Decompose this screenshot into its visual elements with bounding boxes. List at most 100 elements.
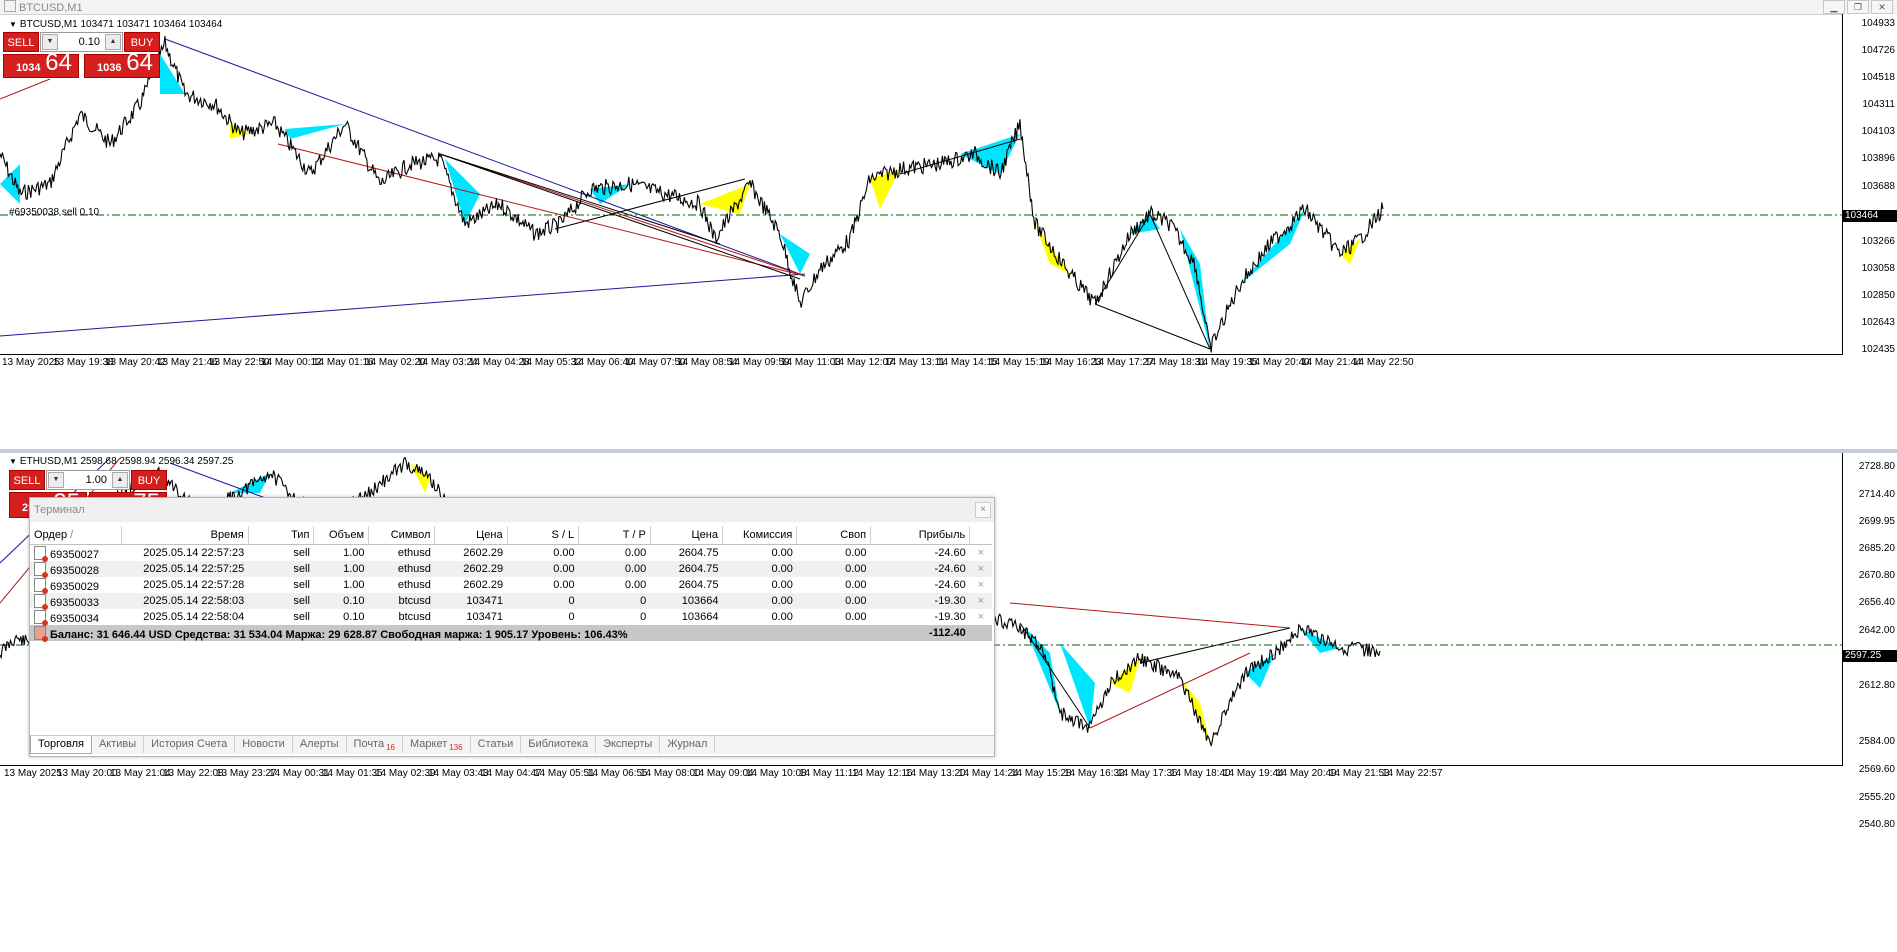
terminal-title[interactable]: Терминал [30, 498, 994, 522]
column-header-sl[interactable]: S / L [507, 526, 580, 545]
tp-cell: 0.00 [624, 579, 647, 591]
eth-time-tick: 14 May 05:51 [534, 768, 595, 779]
table-row[interactable]: 69350027 2025.05.14 22:57:23 sell 1.00 ethus… [30, 545, 992, 562]
swap-cell: 0.00 [845, 547, 867, 559]
column-header-tp[interactable]: T / P [578, 526, 651, 545]
column-header-order[interactable]: Ордер / [30, 526, 123, 545]
close-order-icon[interactable]: × [970, 609, 992, 625]
volume-increase-icon[interactable]: ▲ [105, 34, 121, 50]
close-order-icon[interactable]: × [969, 561, 992, 577]
cur-price-cell: 2604.75 [650, 561, 723, 577]
eth-time-tick: 14 May 16:32 [1064, 768, 1125, 779]
eth-time-tick: 14 May 09:04 [693, 768, 754, 779]
eth-time-tick: 14 May 20:49 [1276, 768, 1337, 779]
terminal-close-icon[interactable]: × [975, 502, 991, 518]
trend-line[interactable] [439, 153, 806, 277]
column-header-profit[interactable]: Прибыль [870, 526, 971, 545]
time-cell: 2025.05.14 22:57:28 [143, 579, 245, 591]
terminal-panel[interactable]: Терминал × Ордер / Время Тип Объем Симво… [29, 497, 995, 757]
sl-cell: 0 [568, 611, 575, 623]
volume-increase-icon[interactable]: ▲ [112, 472, 128, 488]
eth-volume-stepper[interactable]: ▼ 1.00 ▲ [46, 470, 130, 490]
price-cell: 2602.29 [434, 561, 508, 577]
eth-time-axis[interactable]: 13 May 2025 13 May 20:00 13 May 21:04 13 Ma… [0, 765, 1843, 782]
eth-time-tick: 14 May 13:20 [905, 768, 966, 779]
tab-5[interactable]: Почта 16 [347, 736, 403, 753]
eth-price-axis[interactable]: 2743.252728.802714.402699.952685.202670.… [1842, 453, 1897, 830]
btc-symbol-info: ▼ BTCUSD,M1 103471 103471 103464 103464 [9, 19, 223, 30]
orders-table: Ордер / Время Тип Объем Символ Цена S / … [30, 526, 992, 642]
trend-line[interactable] [0, 273, 806, 337]
tab-10[interactable]: Журнал [660, 736, 716, 753]
tab-0[interactable]: Торговля [30, 736, 92, 754]
table-row[interactable]: 69350033 2025.05.14 22:58:03 sell 0.10 btcus… [30, 593, 992, 610]
btc-price-chart[interactable] [0, 14, 1843, 447]
type-cell: sell [248, 593, 314, 609]
trend-line[interactable] [1089, 652, 1251, 729]
eth-price-tick: 2540.80 [1858, 819, 1895, 830]
table-row[interactable]: 69350029 2025.05.14 22:57:28 sell 1.00 ethus… [30, 577, 992, 594]
volume-decrease-icon[interactable]: ▼ [48, 472, 64, 488]
tab-1[interactable]: Активы [92, 736, 145, 753]
column-header-swap[interactable]: Своп [796, 526, 872, 545]
time-cell: 2025.05.14 22:58:04 [143, 611, 245, 623]
eth-time-tick: 14 May 18:40 [1170, 768, 1231, 779]
btc-price-tick: 104103 [1861, 126, 1895, 137]
tp-cell: 0.00 [578, 561, 651, 577]
close-order-icon[interactable]: × [970, 545, 992, 562]
dropdown-arrow-icon: ▼ [9, 20, 17, 29]
order-sell-icon [34, 609, 48, 626]
trend-line[interactable] [439, 153, 801, 280]
eth-volume-value[interactable]: 1.00 [67, 471, 109, 489]
column-header-time[interactable]: Время [121, 526, 249, 545]
eth-time-tick: 13 May 23:27 [216, 768, 277, 779]
close-button[interactable]: ✕ [1871, 0, 1893, 14]
btc-window-titlebar[interactable]: BTCUSD,M1 [0, 0, 1897, 15]
trend-line[interactable] [1094, 213, 1151, 305]
column-header-symbol[interactable]: Символ [368, 526, 436, 545]
type-cell: sell [293, 611, 310, 623]
table-row[interactable]: 69350028 2025.05.14 22:57:25 sell 1.00 ethus… [30, 561, 992, 578]
close-order-icon[interactable]: × [970, 577, 992, 593]
btc-buy-price[interactable]: 1036 64 [84, 49, 160, 78]
tab-7[interactable]: Статьи [471, 736, 522, 753]
eth-time-tick: 14 May 04:47 [481, 768, 542, 779]
volume-decrease-icon[interactable]: ▼ [42, 34, 58, 50]
tab-3[interactable]: Новости [235, 736, 293, 753]
eth-buy-button[interactable]: BUY [131, 470, 167, 490]
swap-cell: 0.00 [796, 593, 871, 609]
eth-time-tick: 14 May 01:35 [322, 768, 383, 779]
time-cell: 2025.05.14 22:57:25 [121, 561, 249, 577]
column-header-current-price[interactable]: Цена [650, 526, 723, 545]
maximize-button[interactable]: ❐ [1847, 0, 1869, 14]
profit-cell: -19.30 [870, 593, 970, 609]
commission-cell: 0.00 [771, 579, 793, 591]
eth-sell-button[interactable]: SELL [9, 470, 45, 490]
symbol-cell: ethusd [368, 561, 435, 577]
btc-price-axis[interactable]: 104933 104726 104518 104311 104103 103896 1036… [1842, 14, 1897, 355]
table-row[interactable]: 69350034 2025.05.14 22:58:04 sell 0.10 btcus… [30, 609, 992, 626]
close-order-icon[interactable]: × [969, 593, 992, 609]
sort-icon: / [70, 529, 74, 541]
tab-badge: 16 [386, 743, 395, 752]
column-header-volume[interactable]: Объем [313, 526, 370, 545]
tab-9[interactable]: Эксперты [596, 736, 661, 753]
column-header-commission[interactable]: Комиссия [722, 526, 798, 545]
type-cell: sell [293, 579, 310, 591]
btc-sell-button[interactable]: SELL [3, 32, 39, 52]
minimize-button[interactable]: ▁ [1823, 0, 1845, 14]
btc-sell-price[interactable]: 1034 64 [3, 49, 79, 78]
trend-line[interactable] [1009, 602, 1291, 629]
btc-price-tick: 104518 [1861, 72, 1895, 83]
eth-price-tick: 2728.80 [1858, 461, 1895, 472]
column-header-type[interactable]: Тип [248, 526, 315, 545]
column-header-price[interactable]: Цена [434, 526, 508, 545]
tab-8[interactable]: Библиотека [521, 736, 597, 753]
sl-cell: 0.00 [553, 547, 575, 559]
tab-6[interactable]: Маркет 136 [403, 736, 471, 753]
tab-4[interactable]: Алерты [293, 736, 347, 753]
btc-time-axis[interactable]: 13 May 2025 13 May 19:38 13 May 20:42 13 Ma… [0, 354, 1843, 371]
btc-chart-window[interactable]: BTCUSD,M1 ▁ ❐ ✕ ▼ BTCUSD,M1 103471 103471… [0, 0, 1897, 449]
profit-cell: -19.30 [934, 611, 966, 623]
tab-2[interactable]: История Счета [144, 736, 236, 753]
